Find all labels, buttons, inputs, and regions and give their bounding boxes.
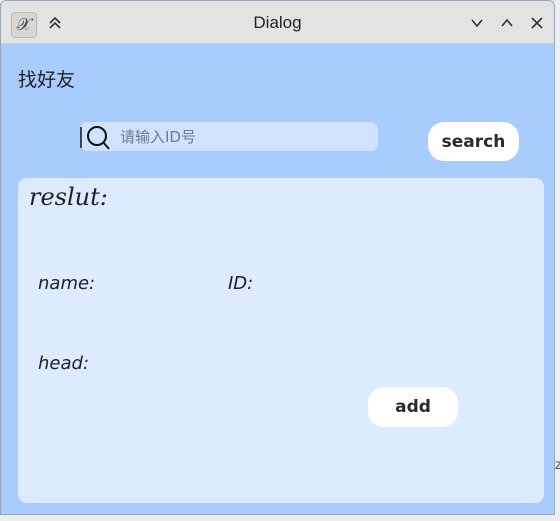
close-icon <box>531 17 543 29</box>
search-icon <box>80 126 110 150</box>
search-box[interactable] <box>80 122 378 151</box>
add-button[interactable]: add <box>368 387 458 427</box>
chevron-down-icon <box>471 19 483 28</box>
title-bar[interactable]: 𝒳 Dialog <box>1 1 554 44</box>
search-input[interactable] <box>120 122 370 151</box>
search-button[interactable]: search <box>428 122 519 161</box>
background-text-fragment: z <box>555 458 560 473</box>
chevron-up-icon <box>501 18 513 27</box>
result-panel: reslut: name: ID: head: add <box>18 178 544 503</box>
name-label: name: <box>38 273 96 294</box>
result-title: reslut: <box>29 183 108 211</box>
minimize-button[interactable] <box>465 11 489 35</box>
head-label: head: <box>38 353 90 374</box>
id-label: ID: <box>228 273 254 294</box>
dialog-window: 𝒳 Dialog 找好友 请输入ID号 search reslut: name:… <box>0 0 555 515</box>
maximize-button[interactable] <box>495 11 519 35</box>
page-heading: 找好友 <box>18 69 76 91</box>
close-button[interactable] <box>525 11 549 35</box>
